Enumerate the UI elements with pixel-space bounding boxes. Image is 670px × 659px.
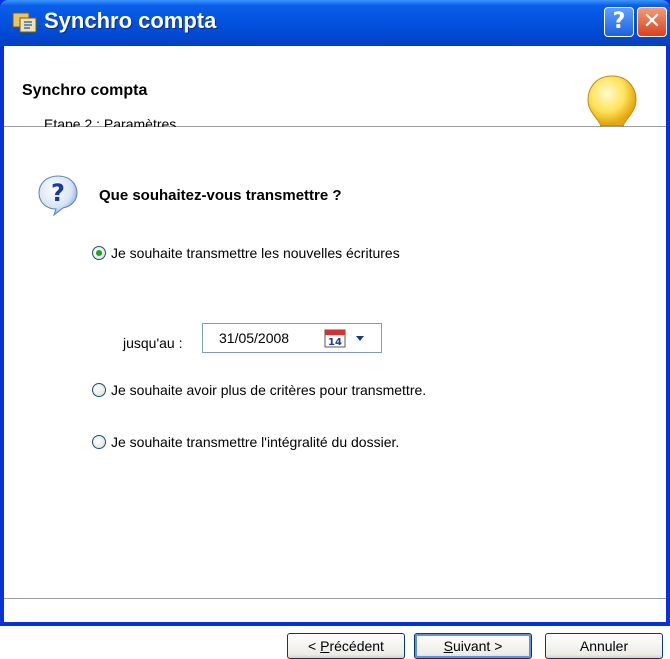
previous-mnemonic: P	[320, 638, 330, 654]
next-mnemonic: S	[443, 638, 453, 654]
svg-text:14: 14	[328, 337, 342, 348]
until-label: jusqu'au :	[123, 335, 183, 351]
next-rest: uivant >	[452, 638, 503, 654]
calendar-icon[interactable]: 14	[324, 328, 346, 348]
question-heading: Que souhaitez-vous transmettre ?	[99, 187, 342, 204]
wizard-title: Synchro compta	[22, 82, 148, 99]
option-new-entries-label: Je souhaite transmettre les nouvelles éc…	[111, 245, 400, 261]
title-bar[interactable]: Synchro compta ? ✕	[0, 0, 670, 46]
previous-rest: récédent	[329, 638, 384, 654]
wizard-header: Synchro compta Etape 2 : Paramètres	[4, 46, 666, 146]
dialog-window: Synchro compta ? ✕ Synchro compta Etape …	[0, 0, 670, 659]
option-new-entries[interactable]: Je souhaite transmettre les nouvelles éc…	[92, 245, 400, 261]
svg-text:?: ?	[51, 179, 65, 207]
app-sync-icon	[12, 12, 37, 33]
question-help-icon: ?	[38, 175, 78, 217]
wizard-content: ? Que souhaitez-vous transmettre ? Je so…	[4, 127, 666, 659]
dialog-body: Synchro compta Etape 2 : Paramètres ? Qu…	[4, 46, 666, 659]
option-whole-folder-label: Je souhaite transmettre l'intégralité du…	[111, 434, 400, 450]
next-button[interactable]: Suivant >	[414, 633, 532, 659]
option-more-criteria[interactable]: Je souhaite avoir plus de critères pour …	[92, 382, 426, 398]
close-button[interactable]: ✕	[637, 7, 667, 37]
previous-button[interactable]: < Précédent	[287, 633, 405, 659]
window-title: Synchro compta	[44, 8, 217, 33]
option-whole-folder[interactable]: Je souhaite transmettre l'intégralité du…	[92, 434, 399, 450]
help-button[interactable]: ?	[604, 7, 634, 37]
radio-new-entries[interactable]	[92, 246, 106, 260]
footer-separator	[4, 598, 666, 600]
cancel-button[interactable]: Annuler	[545, 633, 663, 659]
option-more-criteria-label: Je souhaite avoir plus de critères pour …	[111, 382, 427, 398]
dropdown-arrow-icon[interactable]	[356, 336, 364, 341]
date-value: 31/05/2008	[219, 330, 290, 346]
previous-prefix: <	[308, 638, 321, 654]
date-picker[interactable]: 31/05/2008 14	[202, 323, 382, 353]
radio-more-criteria[interactable]	[92, 383, 106, 397]
radio-whole-folder[interactable]	[92, 435, 106, 449]
